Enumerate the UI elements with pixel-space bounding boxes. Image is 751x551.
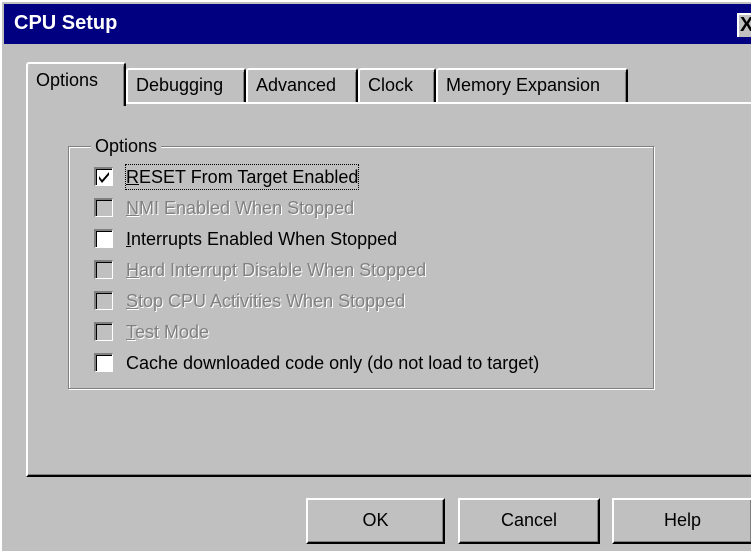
- ok-button-label: OK: [362, 510, 389, 530]
- help-button-label: Help: [663, 510, 702, 530]
- option-label-nmi-enabled: NMI Enabled When Stopped: [126, 196, 354, 220]
- option-label-interrupts-enabled: Interrupts Enabled When Stopped: [126, 227, 397, 251]
- title-bar[interactable]: CPU Setup X: [4, 4, 751, 44]
- tab-clock-label: Clock: [368, 75, 414, 95]
- tab-debugging-label: Debugging: [136, 75, 224, 95]
- option-accelerator: R: [126, 167, 139, 187]
- checkbox-cache-downloaded-code[interactable]: [94, 353, 113, 372]
- checkbox-stop-cpu-activities: [94, 291, 113, 310]
- option-text: est Mode: [135, 322, 210, 342]
- option-label-cache-downloaded-code: Cache downloaded code only (do not load …: [126, 351, 539, 375]
- help-button[interactable]: Help: [612, 498, 751, 544]
- option-label-reset-from-target: RESET From Target Enabled: [124, 164, 360, 190]
- close-icon: X: [740, 15, 751, 36]
- tab-debugging[interactable]: Debugging: [126, 68, 246, 104]
- cancel-button-label: Cancel: [500, 510, 558, 530]
- tab-advanced-label: Advanced: [256, 75, 337, 95]
- tab-advanced[interactable]: Advanced: [246, 68, 358, 104]
- option-text: nterrupts Enabled When Stopped: [131, 229, 398, 249]
- checkbox-test-mode: [94, 322, 113, 341]
- groupbox-title: Options: [91, 135, 162, 157]
- option-text: top CPU Activities When Stopped: [138, 291, 406, 311]
- ok-button[interactable]: OK: [306, 498, 445, 544]
- option-text: Cache downloaded code only (do not load …: [126, 353, 540, 373]
- option-label-stop-cpu-activities: Stop CPU Activities When Stopped: [126, 289, 405, 313]
- option-text: ESET From Target Enabled: [139, 167, 359, 187]
- option-accelerator: N: [126, 198, 139, 218]
- tab-memory-expansion[interactable]: Memory Expansion: [436, 68, 628, 104]
- option-text: MI Enabled When Stopped: [139, 198, 355, 218]
- option-label-test-mode: Test Mode: [126, 320, 209, 344]
- checkbox-reset-from-target[interactable]: [94, 167, 113, 186]
- option-accelerator: H: [126, 260, 139, 280]
- tab-memory-expansion-label: Memory Expansion: [446, 75, 601, 95]
- checkbox-hard-interrupt-disable: [94, 260, 113, 279]
- checkbox-nmi-enabled: [94, 198, 113, 217]
- cancel-button[interactable]: Cancel: [458, 498, 600, 544]
- option-label-hard-interrupt-disable: Hard Interrupt Disable When Stopped: [126, 258, 426, 282]
- tab-strip: Options Debugging Advanced Clock Memory …: [26, 62, 746, 106]
- cpu-setup-dialog: CPU Setup X Options Debugging Advanced C…: [0, 0, 751, 551]
- checkmark-icon: [99, 172, 109, 183]
- window-title: CPU Setup: [14, 12, 118, 34]
- option-accelerator: S: [126, 291, 139, 311]
- tab-options-label: Options: [36, 70, 99, 90]
- option-accelerator: T: [126, 322, 135, 342]
- option-text: ard Interrupt Disable When Stopped: [139, 260, 427, 280]
- tab-options[interactable]: Options: [26, 62, 126, 106]
- tab-clock[interactable]: Clock: [358, 68, 436, 104]
- close-button[interactable]: X: [737, 13, 751, 37]
- checkbox-interrupts-enabled[interactable]: [94, 229, 113, 248]
